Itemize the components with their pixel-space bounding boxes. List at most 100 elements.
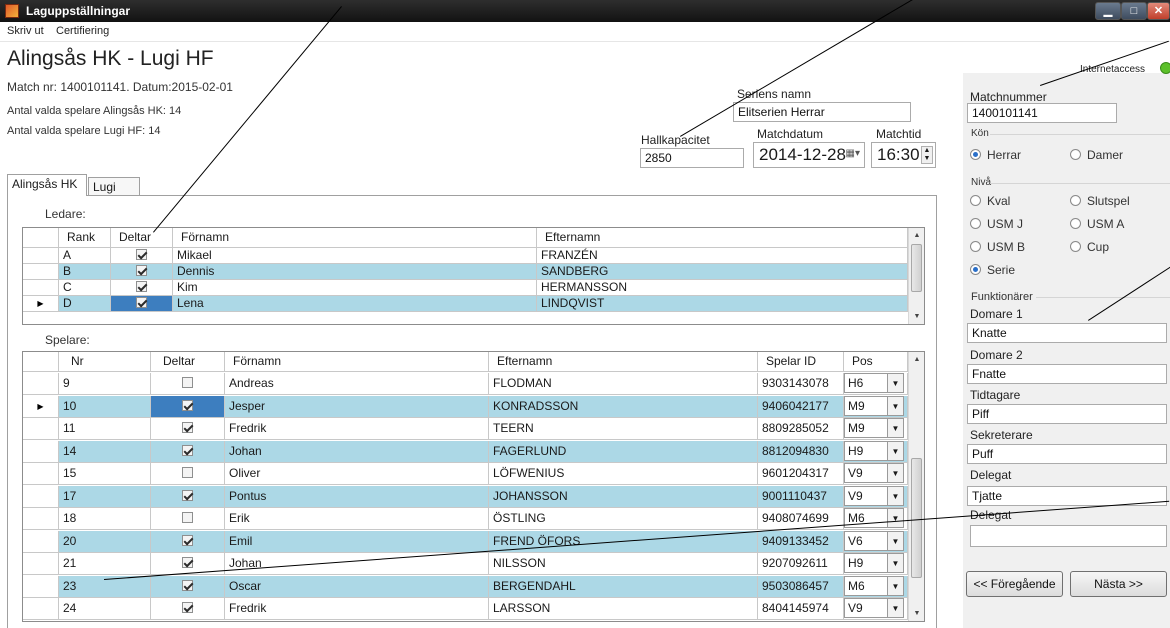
leaders-scroll-thumb[interactable] — [911, 244, 922, 292]
checkbox[interactable] — [182, 377, 193, 388]
radio-kval[interactable]: Kval — [970, 194, 1010, 208]
time-picker[interactable]: 16:30 ▲ ▼ — [871, 142, 936, 168]
checkbox[interactable] — [136, 297, 147, 308]
player-pos-value[interactable]: H9 — [844, 440, 888, 461]
player-deltar-cell[interactable] — [151, 598, 225, 620]
chevron-down-icon[interactable]: ▼ — [888, 418, 904, 438]
player-pos-combo[interactable]: H6 ▼ — [844, 373, 908, 395]
leader-deltar-cell[interactable] — [111, 248, 173, 264]
capacity-input[interactable]: 2850 — [640, 148, 744, 168]
players-col-deltar[interactable]: Deltar — [151, 352, 225, 372]
official-input-domare1[interactable]: Knatte — [967, 323, 1167, 343]
radio-cup[interactable]: Cup — [1070, 240, 1109, 254]
checkbox[interactable] — [182, 467, 193, 478]
leader-deltar-cell[interactable] — [111, 296, 173, 312]
row-header[interactable] — [23, 530, 59, 553]
table-row[interactable]: ▶ 10 Jesper KONRADSSON 9406042177 M9 ▼ — [23, 395, 908, 418]
player-pos-value[interactable]: M9 — [844, 395, 888, 416]
table-row[interactable]: 23 Oscar BERGENDAHL 9503086457 M6 ▼ — [23, 575, 908, 598]
player-pos-combo[interactable]: M6 ▼ — [844, 575, 908, 598]
menu-print[interactable]: Skriv ut — [7, 25, 44, 37]
series-input[interactable]: Elitserien Herrar — [733, 102, 911, 122]
radio-usm-b[interactable]: USM B — [970, 240, 1025, 254]
table-row[interactable]: 9 Andreas FLODMAN 9303143078 H6 ▼ — [23, 373, 908, 395]
player-pos-value[interactable]: H9 — [844, 553, 888, 573]
row-header[interactable] — [23, 418, 59, 440]
chevron-down-icon[interactable]: ▼ — [888, 395, 904, 416]
row-header[interactable] — [23, 463, 59, 485]
scroll-up-icon[interactable]: ▲ — [909, 352, 924, 367]
row-header[interactable] — [23, 553, 59, 575]
radio-cup-icon[interactable] — [1070, 241, 1081, 252]
table-row[interactable]: 20 Emil FREND ÖFORS 9409133452 V6 ▼ — [23, 530, 908, 553]
table-row[interactable]: A Mikael FRANZÉN — [23, 248, 908, 264]
radio-damer[interactable]: Damer — [1070, 148, 1123, 162]
checkbox[interactable] — [136, 281, 147, 292]
scroll-down-icon[interactable]: ▼ — [909, 606, 924, 621]
radio-usm-b-icon[interactable] — [970, 241, 981, 252]
table-row[interactable]: 14 Johan FAGERLUND 8812094830 H9 ▼ — [23, 440, 908, 463]
radio-usm-a[interactable]: USM A — [1070, 217, 1124, 231]
official-input-sekreterare[interactable]: Puff — [967, 444, 1167, 464]
official-input-delegat-2[interactable] — [970, 525, 1167, 547]
row-header[interactable]: ▶ — [23, 296, 59, 312]
player-deltar-cell[interactable] — [151, 530, 225, 553]
player-pos-combo[interactable]: V9 ▼ — [844, 485, 908, 508]
player-pos-combo[interactable]: V9 ▼ — [844, 463, 908, 485]
chevron-down-icon[interactable]: ▼ — [888, 553, 904, 573]
player-deltar-cell[interactable] — [151, 463, 225, 485]
players-col-efternamn[interactable]: Efternamn — [489, 352, 758, 372]
checkbox[interactable] — [182, 512, 193, 523]
leaders-col-efternamn[interactable]: Efternamn — [537, 228, 908, 248]
player-pos-value[interactable]: M6 — [844, 575, 888, 596]
official-input-tidtagare[interactable]: Piff — [967, 404, 1167, 424]
chevron-down-icon[interactable]: ▼ — [888, 485, 904, 506]
table-row[interactable]: 11 Fredrik TEERN 8809285052 M9 ▼ — [23, 418, 908, 440]
player-pos-value[interactable]: V9 — [844, 463, 888, 483]
row-header[interactable] — [23, 440, 59, 463]
radio-herrar[interactable]: Herrar — [970, 148, 1021, 162]
player-pos-combo[interactable]: V6 ▼ — [844, 530, 908, 553]
player-deltar-cell[interactable] — [151, 485, 225, 508]
radio-serie[interactable]: Serie — [970, 263, 1015, 277]
player-pos-value[interactable]: V9 — [844, 598, 888, 618]
leaders-col-deltar[interactable]: Deltar — [111, 228, 173, 248]
chevron-down-icon[interactable]: ▼ — [888, 575, 904, 596]
row-header[interactable] — [23, 373, 59, 395]
row-header[interactable] — [23, 248, 59, 264]
row-header[interactable] — [23, 264, 59, 280]
table-row[interactable]: 17 Pontus JOHANSSON 9001110437 V9 ▼ — [23, 485, 908, 508]
chevron-down-icon[interactable]: ▼ — [888, 440, 904, 461]
radio-usm-a-icon[interactable] — [1070, 218, 1081, 229]
leaders-scrollbar[interactable]: ▲ ▼ — [908, 228, 924, 324]
player-pos-combo[interactable]: M9 ▼ — [844, 395, 908, 418]
table-row[interactable]: 18 Erik ÖSTLING 9408074699 M6 ▼ — [23, 508, 908, 530]
radio-serie-icon[interactable] — [970, 264, 981, 275]
player-deltar-cell[interactable] — [151, 575, 225, 598]
player-pos-combo[interactable]: M9 ▼ — [844, 418, 908, 440]
player-deltar-cell[interactable] — [151, 440, 225, 463]
leaders-col-fornamn[interactable]: Förnamn — [173, 228, 537, 248]
chevron-down-icon[interactable]: ▼ — [888, 598, 904, 618]
player-pos-combo[interactable]: V9 ▼ — [844, 598, 908, 620]
table-row[interactable]: 24 Fredrik LARSSON 8404145974 V9 ▼ — [23, 598, 908, 620]
row-header[interactable] — [23, 598, 59, 620]
leaders-col-rank[interactable]: Rank — [59, 228, 111, 248]
players-col-pos[interactable]: Pos — [844, 352, 908, 372]
tab-lugi[interactable]: Lugi HF — [88, 177, 140, 208]
close-button[interactable]: ✕ — [1147, 2, 1170, 20]
player-deltar-cell[interactable] — [151, 418, 225, 440]
leader-deltar-cell[interactable] — [111, 264, 173, 280]
player-deltar-cell[interactable] — [151, 508, 225, 530]
player-pos-combo[interactable]: H9 ▼ — [844, 553, 908, 575]
previous-button[interactable]: << Föregående — [966, 571, 1063, 597]
matchnr-input[interactable]: 1400101141 — [967, 103, 1117, 123]
menu-certification[interactable]: Certifiering — [56, 25, 109, 37]
leader-deltar-cell[interactable] — [111, 280, 173, 296]
radio-damer-icon[interactable] — [1070, 149, 1081, 160]
scroll-up-icon[interactable]: ▲ — [909, 228, 924, 243]
player-pos-value[interactable]: M9 — [844, 418, 888, 438]
checkbox[interactable] — [136, 249, 147, 260]
player-deltar-cell[interactable] — [151, 373, 225, 395]
time-spin-icon[interactable]: ▲ ▼ — [921, 146, 933, 164]
